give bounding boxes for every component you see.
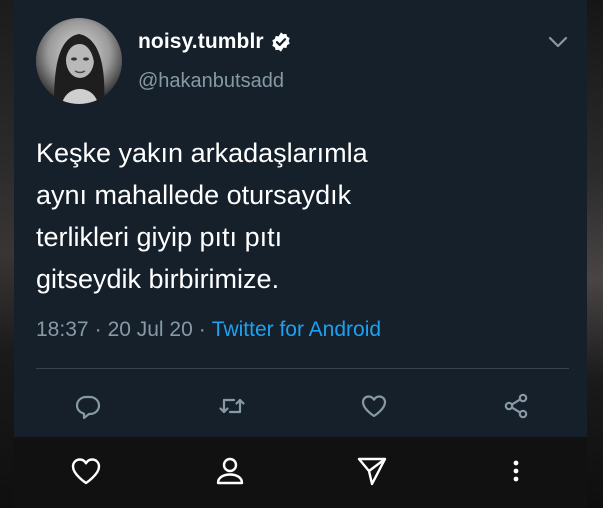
- tweet-time: 18:37: [36, 318, 89, 341]
- background-edge-right: [587, 0, 603, 508]
- share-icon[interactable]: [500, 390, 532, 422]
- heart-icon[interactable]: [66, 451, 106, 491]
- user-handle[interactable]: @hakanbutsadd: [138, 70, 284, 93]
- tweet-metadata: 18:37 · 20 Jul 20 · Twitter for Android: [36, 318, 381, 342]
- profile-icon[interactable]: [210, 451, 250, 491]
- tweet-source-link[interactable]: Twitter for Android: [212, 318, 381, 342]
- chevron-down-icon[interactable]: [547, 34, 569, 50]
- avatar-photo: [36, 18, 122, 104]
- screenshot-frame: noisy.tumblr @hakanbutsadd Keşke yakın a…: [0, 0, 603, 508]
- retweet-icon[interactable]: [216, 390, 248, 422]
- avatar[interactable]: [36, 18, 122, 104]
- send-icon[interactable]: [352, 451, 392, 491]
- author-row: noisy.tumblr: [138, 30, 292, 54]
- divider: [36, 368, 569, 369]
- heart-icon[interactable]: [358, 390, 390, 422]
- background-edge-left: [0, 0, 14, 508]
- meta-separator: ·: [94, 318, 102, 341]
- tweet-actions: [14, 390, 587, 424]
- tweet-text: Keşke yakın arkadaşlarımla aynı mahalled…: [36, 138, 368, 294]
- reply-icon[interactable]: [72, 390, 104, 422]
- verified-badge-icon: [270, 31, 292, 53]
- meta-separator: ·: [198, 318, 206, 341]
- bottom-navigation-bar: [14, 437, 587, 508]
- more-vertical-icon[interactable]: [496, 451, 536, 491]
- tweet-date: 20 Jul 20: [107, 318, 193, 341]
- tweet-card: noisy.tumblr @hakanbutsadd Keşke yakın a…: [14, 0, 587, 437]
- display-name[interactable]: noisy.tumblr: [138, 30, 264, 54]
